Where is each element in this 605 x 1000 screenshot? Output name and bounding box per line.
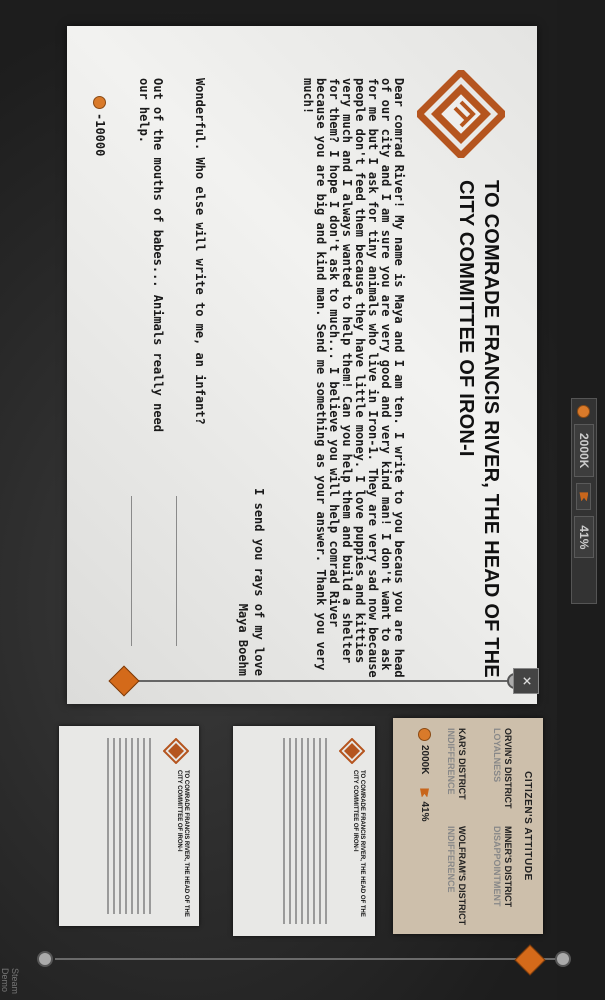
bottom-slider-end <box>555 951 571 967</box>
signature-name: Maya Boehm <box>236 603 250 676</box>
thumbnail-text-lines <box>279 738 331 924</box>
card-money-value: 2000K <box>419 745 430 775</box>
flag-icon <box>580 492 589 501</box>
signature: I send you rays of my love Maya Boehm <box>235 488 267 676</box>
approval-value-box: 41% <box>574 516 594 559</box>
citizens-attitude-card[interactable]: CITIZEN'S ATTITUDE ORVIN'S DISTRICT LOYA… <box>393 718 543 934</box>
seal-icon <box>339 738 365 764</box>
coin-icon <box>93 96 107 109</box>
district-name: ORVIN'S DISTRICT <box>503 728 513 809</box>
letter-document: TO COMRADE FRANCIS RIVER, THE HEAD OF TH… <box>67 26 537 704</box>
district-name: WOLFRAM'S DISTRICT <box>457 826 467 926</box>
approval-display <box>576 483 592 511</box>
flag-icon <box>420 788 429 797</box>
cost-value: -10000 <box>93 113 107 157</box>
coin-icon <box>418 728 431 741</box>
letter-body: Dear comrad River! My name is Maya and I… <box>301 78 406 678</box>
district-miner: MINER'S DISTRICT DISAPPOINTMENT <box>491 826 513 907</box>
money-value: 2000K <box>577 433 591 469</box>
letter-title: TO COMRADE FRANCIS RIVER, THE HEAD OF TH… <box>455 180 502 678</box>
district-attitude: INDIFFERENCE <box>446 728 456 795</box>
bottom-slider-track[interactable] <box>55 958 565 960</box>
letter-slider-track[interactable] <box>137 680 517 682</box>
district-name: MINER'S DISTRICT <box>503 826 513 908</box>
answer-option-1[interactable]: Wonderful. Who else will write to me, an… <box>193 78 207 458</box>
status-bar: 2000K 41% <box>571 398 597 604</box>
option-underline-1 <box>176 496 177 646</box>
close-button[interactable]: × <box>513 668 539 694</box>
card-approval-value: 41% <box>419 801 430 822</box>
district-attitude: DISAPPOINTMENT <box>492 826 502 907</box>
signature-line: I send you rays of my love <box>252 488 266 676</box>
coin-icon <box>577 405 591 418</box>
card-stats: 2000K 41% <box>418 728 431 821</box>
answer-option-2[interactable]: Out of the mouths of babes... Animals re… <box>137 78 165 458</box>
district-kar: KAR'S DISTRICT INDIFFERENCE <box>445 728 467 800</box>
card-title: CITIZEN'S ATTITUDE <box>522 771 533 881</box>
thumbnail-title: TO COMRADE FRANCIS RIVER, THE HEAD OF TH… <box>352 770 365 917</box>
rotated-stage: 2000K 41% TO COMRADE FRANCIS RIVER, THE … <box>0 0 605 1000</box>
district-wolfram: WOLFRAM'S DISTRICT INDIFFERENCE <box>445 826 467 925</box>
city-seal-icon <box>417 70 505 158</box>
letter-thumbnail-2[interactable]: TO COMRADE FRANCIS RIVER, THE HEAD OF TH… <box>233 726 375 936</box>
bottom-slider-end <box>37 951 53 967</box>
approval-value: 41% <box>577 525 591 550</box>
thumbnail-text-lines <box>103 738 155 914</box>
card-money: 2000K <box>418 728 431 774</box>
district-orvin: ORVIN'S DISTRICT LOYALNESS <box>491 728 513 808</box>
cost-line: -10000 <box>93 96 107 156</box>
card-approval: 41% <box>419 788 430 821</box>
district-name: KAR'S DISTRICT <box>457 728 467 800</box>
letter-thumbnail-1[interactable]: TO COMRADE FRANCIS RIVER, THE HEAD OF TH… <box>59 726 199 926</box>
money-display: 2000K <box>574 424 594 478</box>
district-attitude: INDIFFERENCE <box>446 826 456 893</box>
bottom-slider-knob[interactable] <box>514 944 546 976</box>
district-attitude: LOYALNESS <box>492 728 502 783</box>
thumbnail-title: TO COMRADE FRANCIS RIVER, THE HEAD OF TH… <box>176 770 189 917</box>
option-underline-2 <box>131 496 132 646</box>
watermark: Steam Demo 2... <box>0 968 20 995</box>
seal-icon <box>163 738 189 764</box>
